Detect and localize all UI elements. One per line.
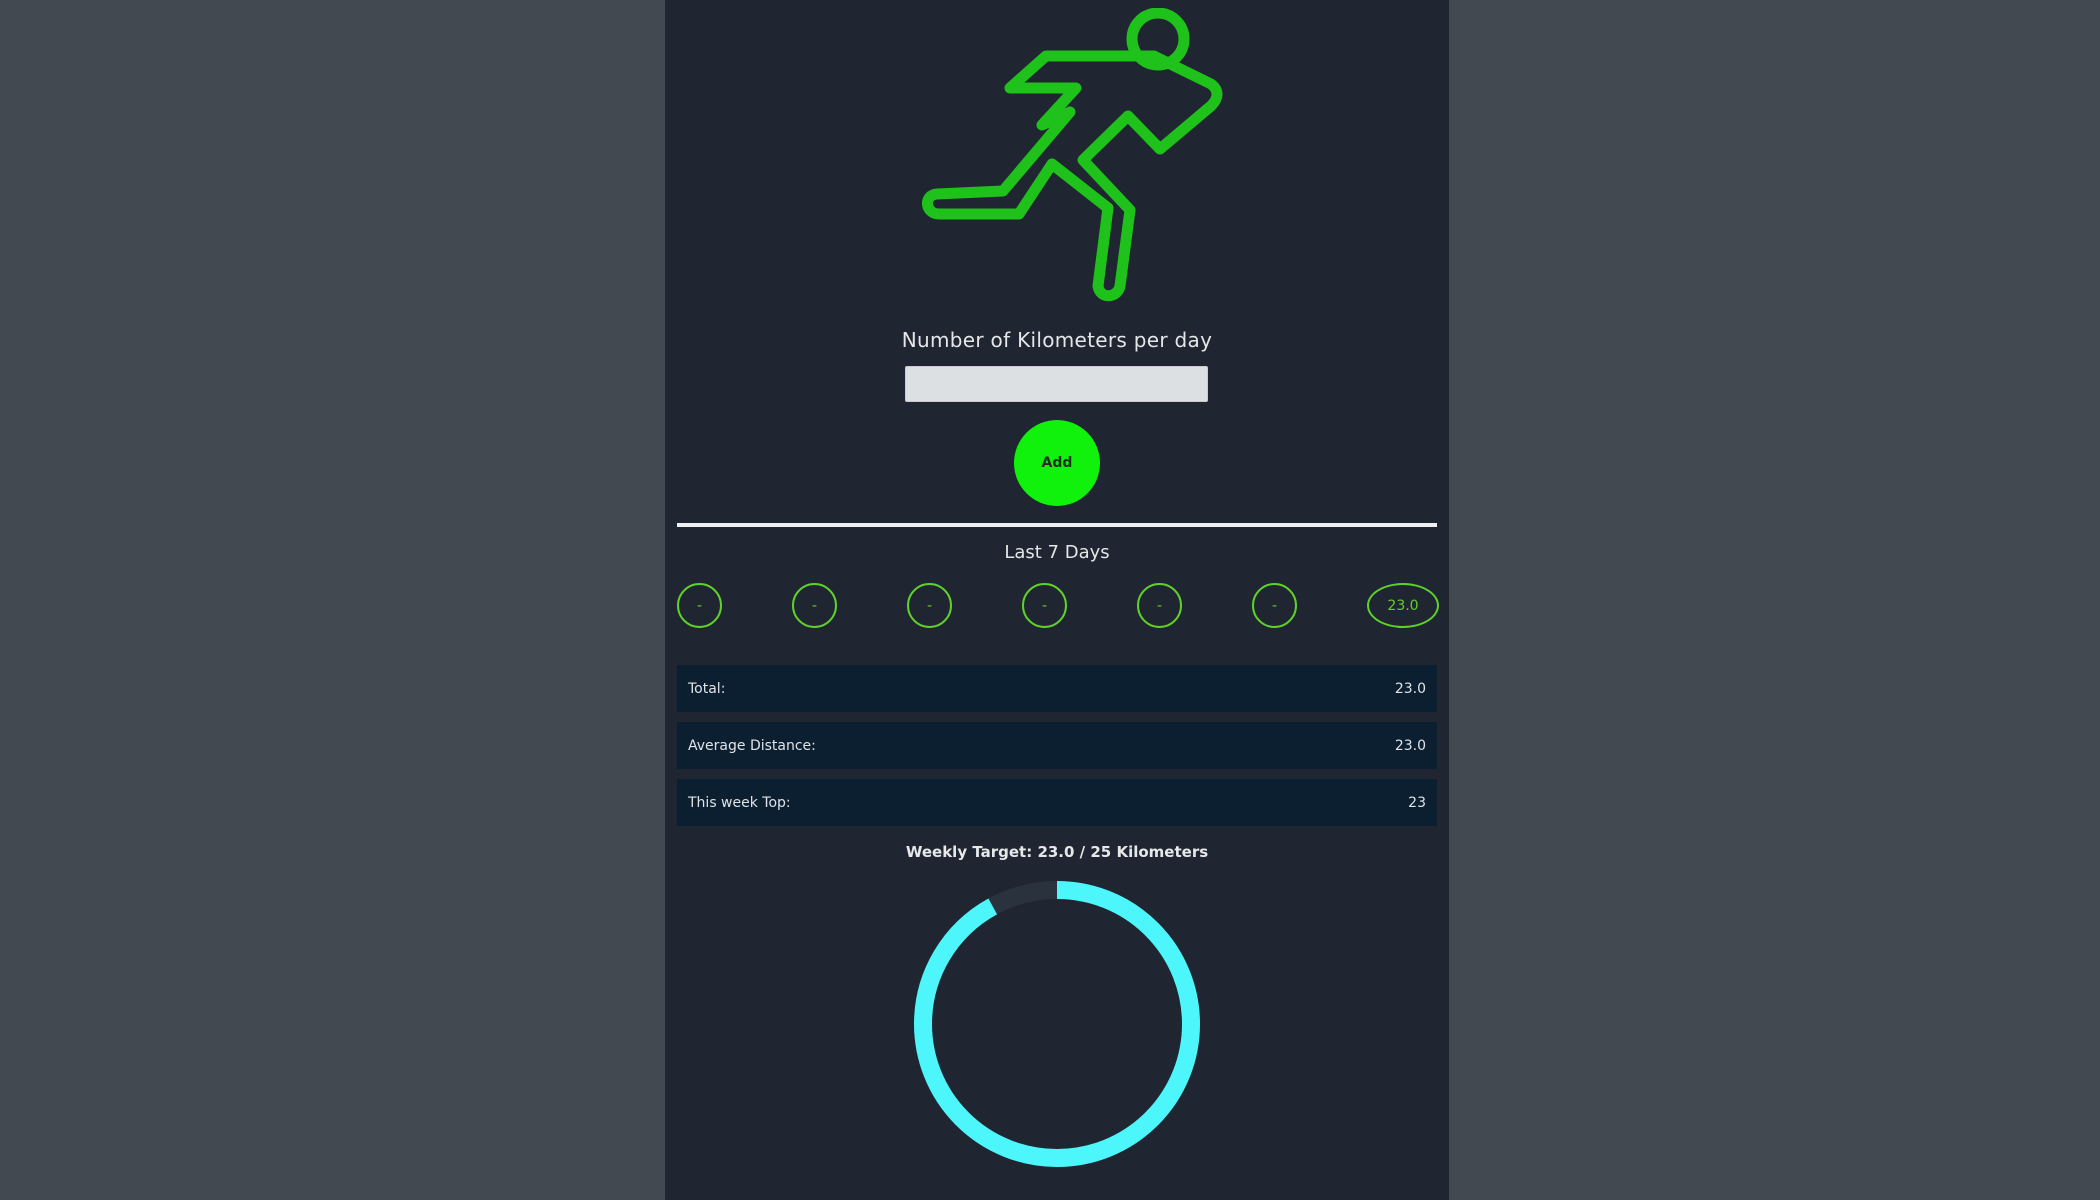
stat-average: Average Distance: 23.0 [677,722,1437,769]
ring-progress [914,881,1200,1167]
last-7-days-title: Last 7 Days [1004,542,1110,563]
km-input[interactable] [905,366,1208,402]
section-divider [677,523,1437,527]
stat-total: Total: 23.0 [677,665,1437,712]
day-4: - [1022,583,1067,628]
day-1: - [677,583,722,628]
last-7-days-list: - - - - - - 23.0 [677,583,1439,628]
stat-total-label: Total: [688,680,726,697]
weekly-target-title: Weekly Target: 23.0 / 25 Kilometers [905,843,1209,861]
add-button[interactable]: Add [1014,420,1100,506]
day-6: - [1252,583,1297,628]
stat-average-value: 23.0 [1394,737,1426,754]
km-input-label: Number of Kilometers per day [901,328,1213,352]
day-2: - [792,583,837,628]
stat-total-value: 23.0 [1394,680,1426,697]
weekly-target-progress-ring [914,881,1200,1167]
day-5: - [1137,583,1182,628]
stat-average-label: Average Distance: [688,737,816,754]
stat-top-label: This week Top: [688,794,791,811]
running-person-icon [922,8,1223,302]
day-3: - [907,583,952,628]
app-panel: Number of Kilometers per day Add Last 7 … [665,0,1449,1200]
day-7: 23.0 [1367,583,1439,628]
stat-top-value: 23 [1408,794,1426,811]
stat-top: This week Top: 23 [677,779,1437,826]
